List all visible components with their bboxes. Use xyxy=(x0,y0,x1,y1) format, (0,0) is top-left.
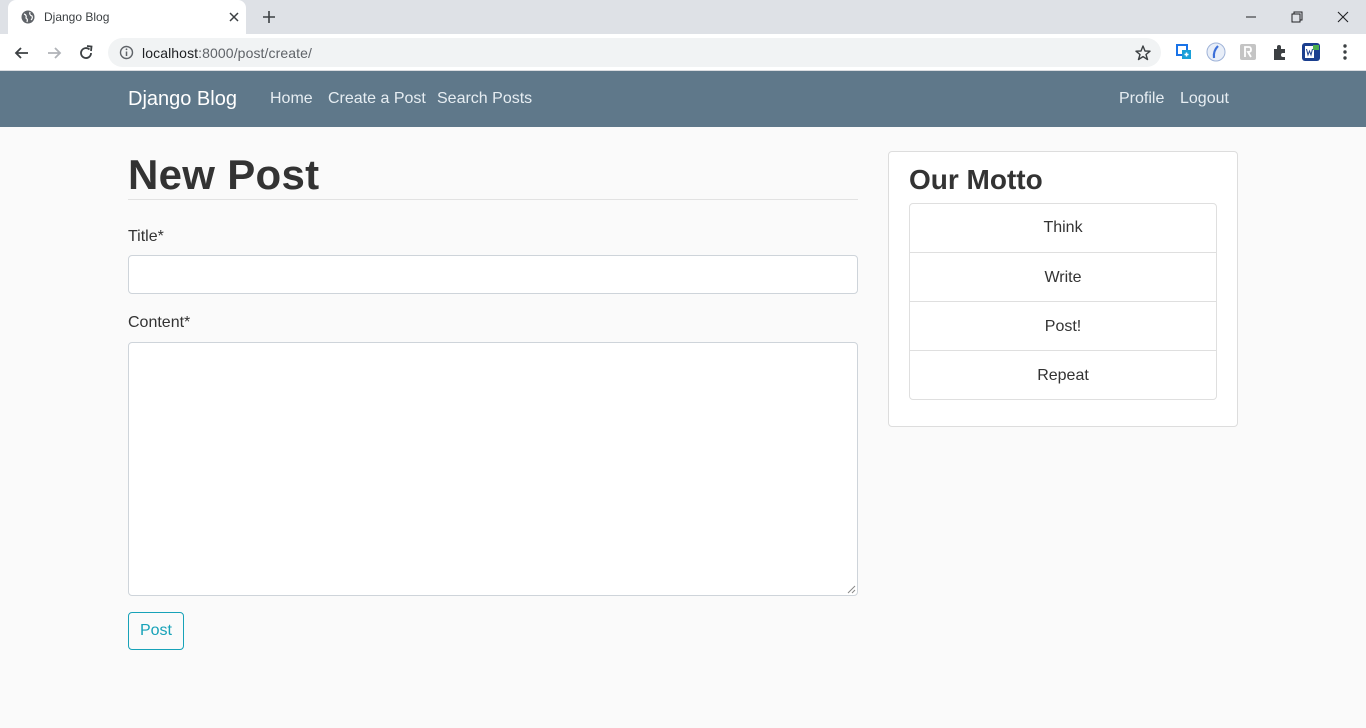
reload-icon[interactable] xyxy=(76,43,96,63)
extension-icon[interactable] xyxy=(1270,42,1290,62)
close-window-icon[interactable] xyxy=(1333,7,1353,27)
nav-link-search-posts[interactable]: Search Posts xyxy=(437,90,532,108)
post-button[interactable]: Post xyxy=(128,612,184,650)
content-label: Content* xyxy=(128,314,191,331)
browser-toolbar: localhost:8000/post/create/ xyxy=(0,34,1366,71)
motto-card: Our Motto Think Write Post! Repeat xyxy=(888,151,1238,427)
restore-icon[interactable] xyxy=(1287,7,1307,27)
nav-link-profile[interactable]: Profile xyxy=(1119,90,1164,108)
minimize-icon[interactable] xyxy=(1241,7,1261,27)
site-navbar: Django Blog Home Create a Post Search Po… xyxy=(0,71,1366,127)
menu-icon[interactable] xyxy=(1335,42,1355,62)
content-textarea[interactable] xyxy=(128,342,858,596)
motto-item-repeat: Repeat xyxy=(910,350,1216,399)
title-label: Title* xyxy=(128,228,164,245)
globe-icon xyxy=(21,10,35,24)
browser-tab[interactable]: Django Blog xyxy=(8,0,246,34)
resize-handle-icon[interactable] xyxy=(846,584,856,594)
close-icon[interactable] xyxy=(226,9,242,25)
extension-icon[interactable] xyxy=(1174,42,1194,62)
nav-link-create-post[interactable]: Create a Post xyxy=(328,90,426,108)
extension-icon[interactable] xyxy=(1206,42,1226,62)
motto-item-post: Post! xyxy=(910,301,1216,350)
plus-icon[interactable] xyxy=(261,9,277,25)
url-host: localhost xyxy=(142,45,199,61)
page-title: New Post xyxy=(128,151,320,198)
star-icon[interactable] xyxy=(1134,44,1152,62)
info-icon[interactable] xyxy=(119,45,134,60)
nav-link-home[interactable]: Home xyxy=(270,90,313,108)
extension-icon[interactable] xyxy=(1301,42,1321,62)
nav-link-logout[interactable]: Logout xyxy=(1180,90,1229,108)
extension-icon[interactable] xyxy=(1238,42,1258,62)
motto-item-write: Write xyxy=(910,252,1216,301)
brand-link[interactable]: Django Blog xyxy=(128,88,237,111)
motto-title: Our Motto xyxy=(909,164,1043,195)
title-divider xyxy=(128,199,858,200)
forward-icon[interactable] xyxy=(44,43,64,63)
address-bar[interactable]: localhost:8000/post/create/ xyxy=(108,38,1161,67)
title-input[interactable] xyxy=(128,255,858,294)
url-text: localhost:8000/post/create/ xyxy=(142,45,312,61)
url-path: :8000/post/create/ xyxy=(198,45,313,61)
motto-list: Think Write Post! Repeat xyxy=(909,203,1217,400)
back-icon[interactable] xyxy=(12,43,32,63)
motto-item-think: Think xyxy=(1043,219,1083,236)
browser-tab-strip: Django Blog xyxy=(0,0,1366,34)
tab-title: Django Blog xyxy=(44,10,110,24)
